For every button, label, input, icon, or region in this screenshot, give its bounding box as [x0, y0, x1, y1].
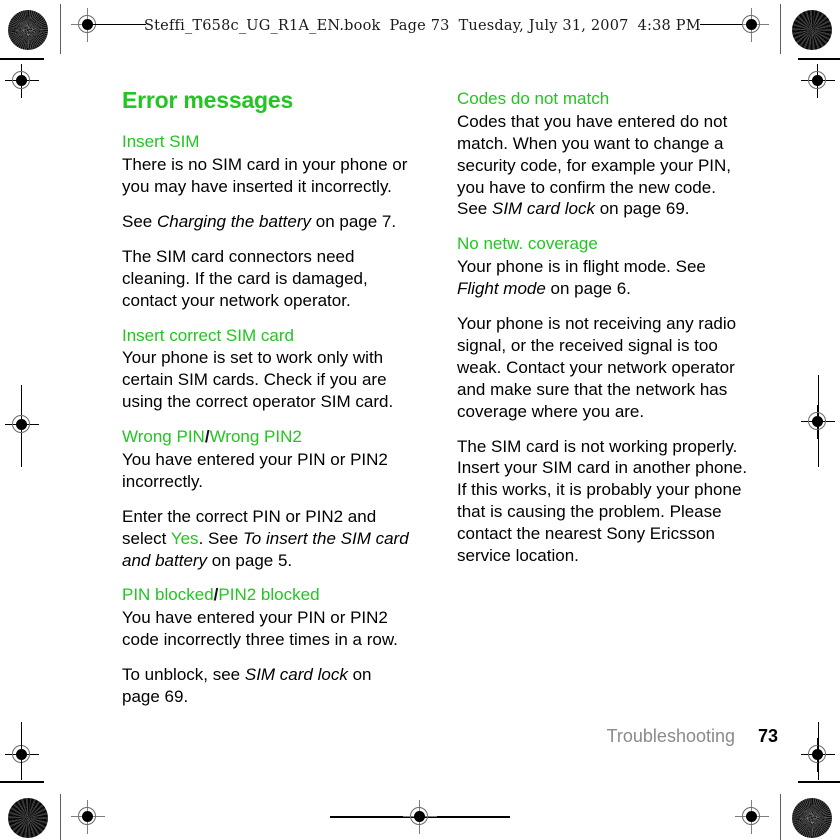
paragraph-insert-sim-1: There is no SIM card in your phone or yo… — [122, 155, 408, 196]
footer-chapter-name: Troubleshooting — [606, 726, 735, 746]
paragraph-pin-blocked-1: You have entered your PIN or PIN2 code i… — [122, 608, 398, 650]
cross-reference-sim-card-lock: SIM card lock — [491, 199, 595, 219]
text-page-suffix: on page 7. — [311, 211, 397, 231]
text-page-suffix: on page 6. — [545, 279, 631, 299]
ui-keyword-yes: Yes — [170, 528, 199, 548]
paragraph-insert-correct-sim-card-1: Your phone is set to work only with cert… — [122, 348, 394, 412]
heading-pin-blocked-a: PIN blocked — [122, 585, 214, 605]
paragraph-no-netw-coverage-3: The SIM card is not working properly. In… — [457, 436, 748, 566]
paragraph-wrong-pin-2: Enter the correct PIN or PIN2 and select… — [122, 506, 414, 572]
text-see-prefix: See — [122, 211, 157, 231]
page-footer: Troubleshooting 73 — [0, 726, 840, 756]
heading-wrong-pin-b: Wrong PIN2 — [209, 427, 302, 447]
text-page-suffix: on page 69. — [594, 199, 690, 219]
paragraph-insert-sim-2: See Charging the battery on page 7. — [122, 211, 414, 233]
heading-pin-blocked-b: PIN2 blocked — [218, 585, 320, 605]
paragraph-no-netw-coverage-2: Your phone is not receiving any radio si… — [457, 313, 737, 421]
heading-insert-correct-sim-card: Insert correct SIM card — [122, 325, 294, 345]
footer-page-number: 73 — [757, 726, 778, 746]
paragraph-insert-sim-3: The SIM card connectors need cleaning. I… — [122, 246, 368, 310]
cross-reference-flight-mode: Flight mode — [457, 279, 546, 299]
text-flight-mode-prefix: Your phone is in flight mode. See — [457, 257, 706, 277]
cross-reference-charging-the-battery: Charging the battery — [156, 211, 312, 231]
cross-reference-sim-card-lock: SIM card lock — [244, 665, 348, 685]
heading-no-netw-coverage: No netw. coverage — [457, 234, 598, 254]
heading-codes-do-not-match: Codes do not match — [457, 89, 610, 108]
document-page: Error messages Insert SIM There is no SI… — [0, 0, 840, 840]
column-right: Codes do not match Codes that you have e… — [457, 88, 749, 567]
text-to-unblock-prefix: To unblock, see — [122, 665, 245, 685]
paragraph-pin-blocked-2: To unblock, see SIM card lock on page 69… — [122, 664, 414, 708]
paragraph-codes-do-not-match-1: Codes that you have entered do not match… — [457, 111, 749, 221]
heading-pin-blocked: PIN blocked/PIN2 blocked — [122, 584, 414, 606]
text-page-suffix: on page 5. — [207, 550, 293, 570]
column-left: Error messages Insert SIM There is no SI… — [122, 87, 414, 708]
heading-wrong-pin-a: Wrong PIN — [122, 427, 205, 447]
paragraph-no-netw-coverage-1: Your phone is in flight mode. See Flight… — [457, 256, 749, 300]
heading-insert-sim: Insert SIM — [122, 132, 200, 152]
text-see-mid: . See — [198, 528, 243, 548]
page-title: Error messages — [122, 87, 294, 113]
heading-wrong-pin: Wrong PIN/Wrong PIN2 — [122, 426, 414, 448]
paragraph-wrong-pin-1: You have entered your PIN or PIN2 incorr… — [122, 449, 388, 491]
